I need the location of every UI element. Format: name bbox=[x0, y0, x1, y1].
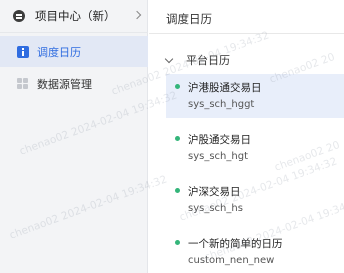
chevron-down-icon bbox=[164, 54, 174, 63]
status-dot bbox=[175, 240, 180, 245]
calendar-name: 一个新的简单的日历 bbox=[188, 238, 283, 250]
calendar-code: sys_sch_hggt bbox=[188, 99, 255, 110]
calendar-list-item[interactable]: 沪股通交易日 sys_sch_hgt bbox=[166, 126, 344, 170]
status-dot bbox=[175, 188, 180, 193]
calendar-name: 沪港股通交易日 bbox=[188, 82, 262, 94]
project-title: 项目中心（新） bbox=[35, 9, 116, 23]
calendar-code: sys_sch_hgt bbox=[188, 151, 248, 162]
sidebar-item-label: 调度日历 bbox=[37, 45, 81, 59]
sidebar: 项目中心（新） 调度日历 数据源管理 bbox=[0, 0, 148, 273]
calendar-list-item[interactable]: 沪深交易日 sys_sch_hs bbox=[166, 178, 344, 222]
calendar-name: 沪股通交易日 bbox=[188, 134, 251, 146]
sidebar-item-schedule-calendar[interactable]: 调度日历 bbox=[0, 36, 148, 67]
calendar-icon bbox=[17, 45, 29, 58]
calendar-code: sys_sch_hs bbox=[188, 203, 243, 214]
project-icon bbox=[13, 10, 25, 22]
status-dot bbox=[175, 136, 180, 141]
chevron-right-icon bbox=[132, 10, 142, 20]
project-switcher[interactable]: 项目中心（新） bbox=[0, 0, 148, 33]
status-dot bbox=[175, 84, 180, 89]
calendar-name: 沪深交易日 bbox=[188, 186, 241, 198]
page-title: 调度日历 bbox=[166, 12, 212, 26]
datasource-icon bbox=[17, 77, 29, 90]
sidebar-item-label: 数据源管理 bbox=[37, 77, 92, 91]
calendar-group-toggle[interactable]: 平台日历 bbox=[164, 52, 230, 68]
calendar-list-item[interactable]: 沪港股通交易日 sys_sch_hggt bbox=[166, 74, 344, 118]
calendar-group-label: 平台日历 bbox=[186, 54, 230, 67]
divider bbox=[149, 33, 344, 34]
calendar-list-item[interactable]: 一个新的简单的日历 custom_nen_new bbox=[166, 230, 344, 273]
sidebar-item-datasource[interactable]: 数据源管理 bbox=[0, 68, 148, 99]
calendar-code: custom_nen_new bbox=[188, 255, 275, 266]
